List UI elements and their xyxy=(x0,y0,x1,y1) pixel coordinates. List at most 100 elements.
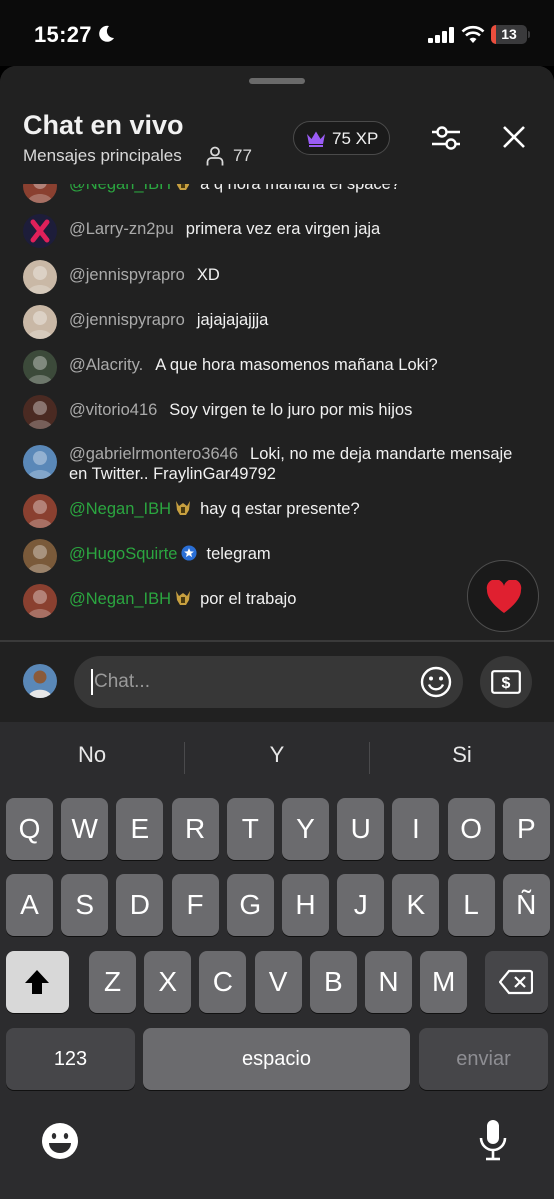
live-chat-panel: Chat en vivo Mensajes principales 77 75 … xyxy=(0,66,554,722)
money-icon: $ xyxy=(491,670,521,694)
key-j[interactable]: J xyxy=(337,874,385,936)
message-list[interactable]: @Negan_IBH a q hora mañana el space? @Larr… xyxy=(0,169,554,642)
emoji-keyboard-icon[interactable] xyxy=(40,1121,80,1161)
crown-icon xyxy=(307,131,325,147)
helmet-badge-icon xyxy=(176,501,191,515)
key-f[interactable]: F xyxy=(171,874,219,936)
message-text: primera vez era virgen jaja xyxy=(185,220,381,238)
key-z[interactable]: Z xyxy=(89,951,136,1013)
microphone-icon[interactable] xyxy=(478,1119,508,1161)
suggestion-bar: No Y Si xyxy=(0,722,554,794)
key-ñ[interactable]: Ñ xyxy=(502,874,550,936)
suggestion-item[interactable]: Y xyxy=(185,742,369,768)
chat-header: Chat en vivo Mensajes principales 77 75 … xyxy=(0,66,554,184)
key-r[interactable]: R xyxy=(171,798,219,860)
key-w[interactable]: W xyxy=(61,798,109,860)
filter-settings-icon[interactable] xyxy=(430,123,462,153)
status-bar: 15:27 13 xyxy=(0,0,554,66)
xp-label: 75 XP xyxy=(332,129,379,148)
key-i[interactable]: I xyxy=(392,798,440,860)
suggestion-item[interactable]: No xyxy=(0,742,184,768)
reaction-button[interactable] xyxy=(467,560,539,632)
send-key[interactable]: enviar xyxy=(419,1028,548,1090)
message-text: telegram xyxy=(206,545,271,563)
key-o[interactable]: O xyxy=(447,798,495,860)
avatar[interactable] xyxy=(23,350,57,384)
svg-text:$: $ xyxy=(502,675,511,692)
key-k[interactable]: K xyxy=(392,874,440,936)
key-u[interactable]: U xyxy=(337,798,385,860)
viewer-count: 77 xyxy=(233,146,252,165)
chat-input-placeholder: Chat... xyxy=(94,671,150,692)
battery-level: 13 xyxy=(501,26,517,42)
heart-icon xyxy=(486,580,522,613)
message-text: XD xyxy=(196,266,220,284)
avatar[interactable] xyxy=(23,494,57,528)
message-text: hay q estar presente? xyxy=(200,500,360,518)
shift-icon xyxy=(25,970,49,994)
keyboard: No Y Si 123 espacio enviar QWERTYUIOPASD… xyxy=(0,722,554,1199)
message-author[interactable]: @vitorio416 xyxy=(69,401,157,419)
key-p[interactable]: P xyxy=(502,798,550,860)
message-text: Soy virgen te lo juro por mis hijos xyxy=(169,401,413,419)
key-m[interactable]: M xyxy=(420,951,468,1013)
message-text: jajajajajjja xyxy=(196,311,269,329)
message-author[interactable]: @Larry-zn2pu xyxy=(69,220,174,238)
message-author[interactable]: @Negan_IBH xyxy=(69,590,191,608)
key-q[interactable]: Q xyxy=(6,798,53,860)
key-g[interactable]: G xyxy=(226,874,274,936)
numbers-key[interactable]: 123 xyxy=(6,1028,135,1090)
person-icon xyxy=(206,146,224,166)
avatar[interactable] xyxy=(23,305,57,339)
shift-key[interactable] xyxy=(6,951,69,1013)
avatar[interactable] xyxy=(23,260,57,294)
avatar[interactable] xyxy=(23,539,57,573)
avatar[interactable] xyxy=(23,395,57,429)
helmet-badge-icon xyxy=(176,591,191,605)
verified-star-icon xyxy=(181,545,198,561)
key-h[interactable]: H xyxy=(282,874,329,936)
key-l[interactable]: L xyxy=(447,874,495,936)
emoji-icon[interactable] xyxy=(420,666,452,698)
avatar[interactable] xyxy=(23,445,57,479)
message-author[interactable]: @gabrielrmontero3646 xyxy=(69,445,238,463)
backspace-icon xyxy=(499,969,533,995)
close-icon[interactable] xyxy=(501,124,527,150)
space-key[interactable]: espacio xyxy=(143,1028,410,1090)
key-a[interactable]: A xyxy=(6,874,53,936)
key-e[interactable]: E xyxy=(116,798,164,860)
key-n[interactable]: N xyxy=(365,951,412,1013)
key-c[interactable]: C xyxy=(199,951,247,1013)
key-d[interactable]: D xyxy=(116,874,164,936)
message-author[interactable]: @Negan_IBH xyxy=(69,500,191,518)
battery-icon: 13 xyxy=(491,25,527,44)
avatar xyxy=(23,664,57,698)
avatar[interactable] xyxy=(23,584,57,618)
key-s[interactable]: S xyxy=(61,874,109,936)
message-text: A que hora masomenos mañana Loki? xyxy=(155,356,438,374)
key-t[interactable]: T xyxy=(226,798,274,860)
message-text: por el trabajo xyxy=(200,590,297,608)
top-messages-selector[interactable]: Mensajes principales xyxy=(23,146,182,166)
avatar[interactable] xyxy=(23,214,57,248)
chat-input-bar: Chat... $ xyxy=(0,642,554,722)
message-author[interactable]: @HugoSquirte xyxy=(69,545,198,563)
key-x[interactable]: X xyxy=(144,951,192,1013)
chat-input[interactable]: Chat... xyxy=(74,656,463,708)
status-time: 15:27 xyxy=(34,22,92,47)
key-y[interactable]: Y xyxy=(282,798,329,860)
xp-button[interactable]: 75 XP xyxy=(293,121,390,155)
message-author[interactable]: @Alacrity. xyxy=(69,356,143,374)
suggestion-item[interactable]: Si xyxy=(370,742,554,768)
backspace-key[interactable] xyxy=(485,951,548,1013)
key-v[interactable]: V xyxy=(254,951,302,1013)
moon-icon xyxy=(99,25,114,42)
key-b[interactable]: B xyxy=(309,951,357,1013)
super-chat-button[interactable]: $ xyxy=(480,656,532,708)
message-author[interactable]: @jennispyrapro xyxy=(69,311,185,329)
message-author[interactable]: @jennispyrapro xyxy=(69,266,185,284)
signal-icon xyxy=(428,27,454,43)
wifi-icon xyxy=(461,25,485,43)
chat-title: Chat en vivo xyxy=(23,110,184,140)
drag-handle[interactable] xyxy=(249,78,305,84)
